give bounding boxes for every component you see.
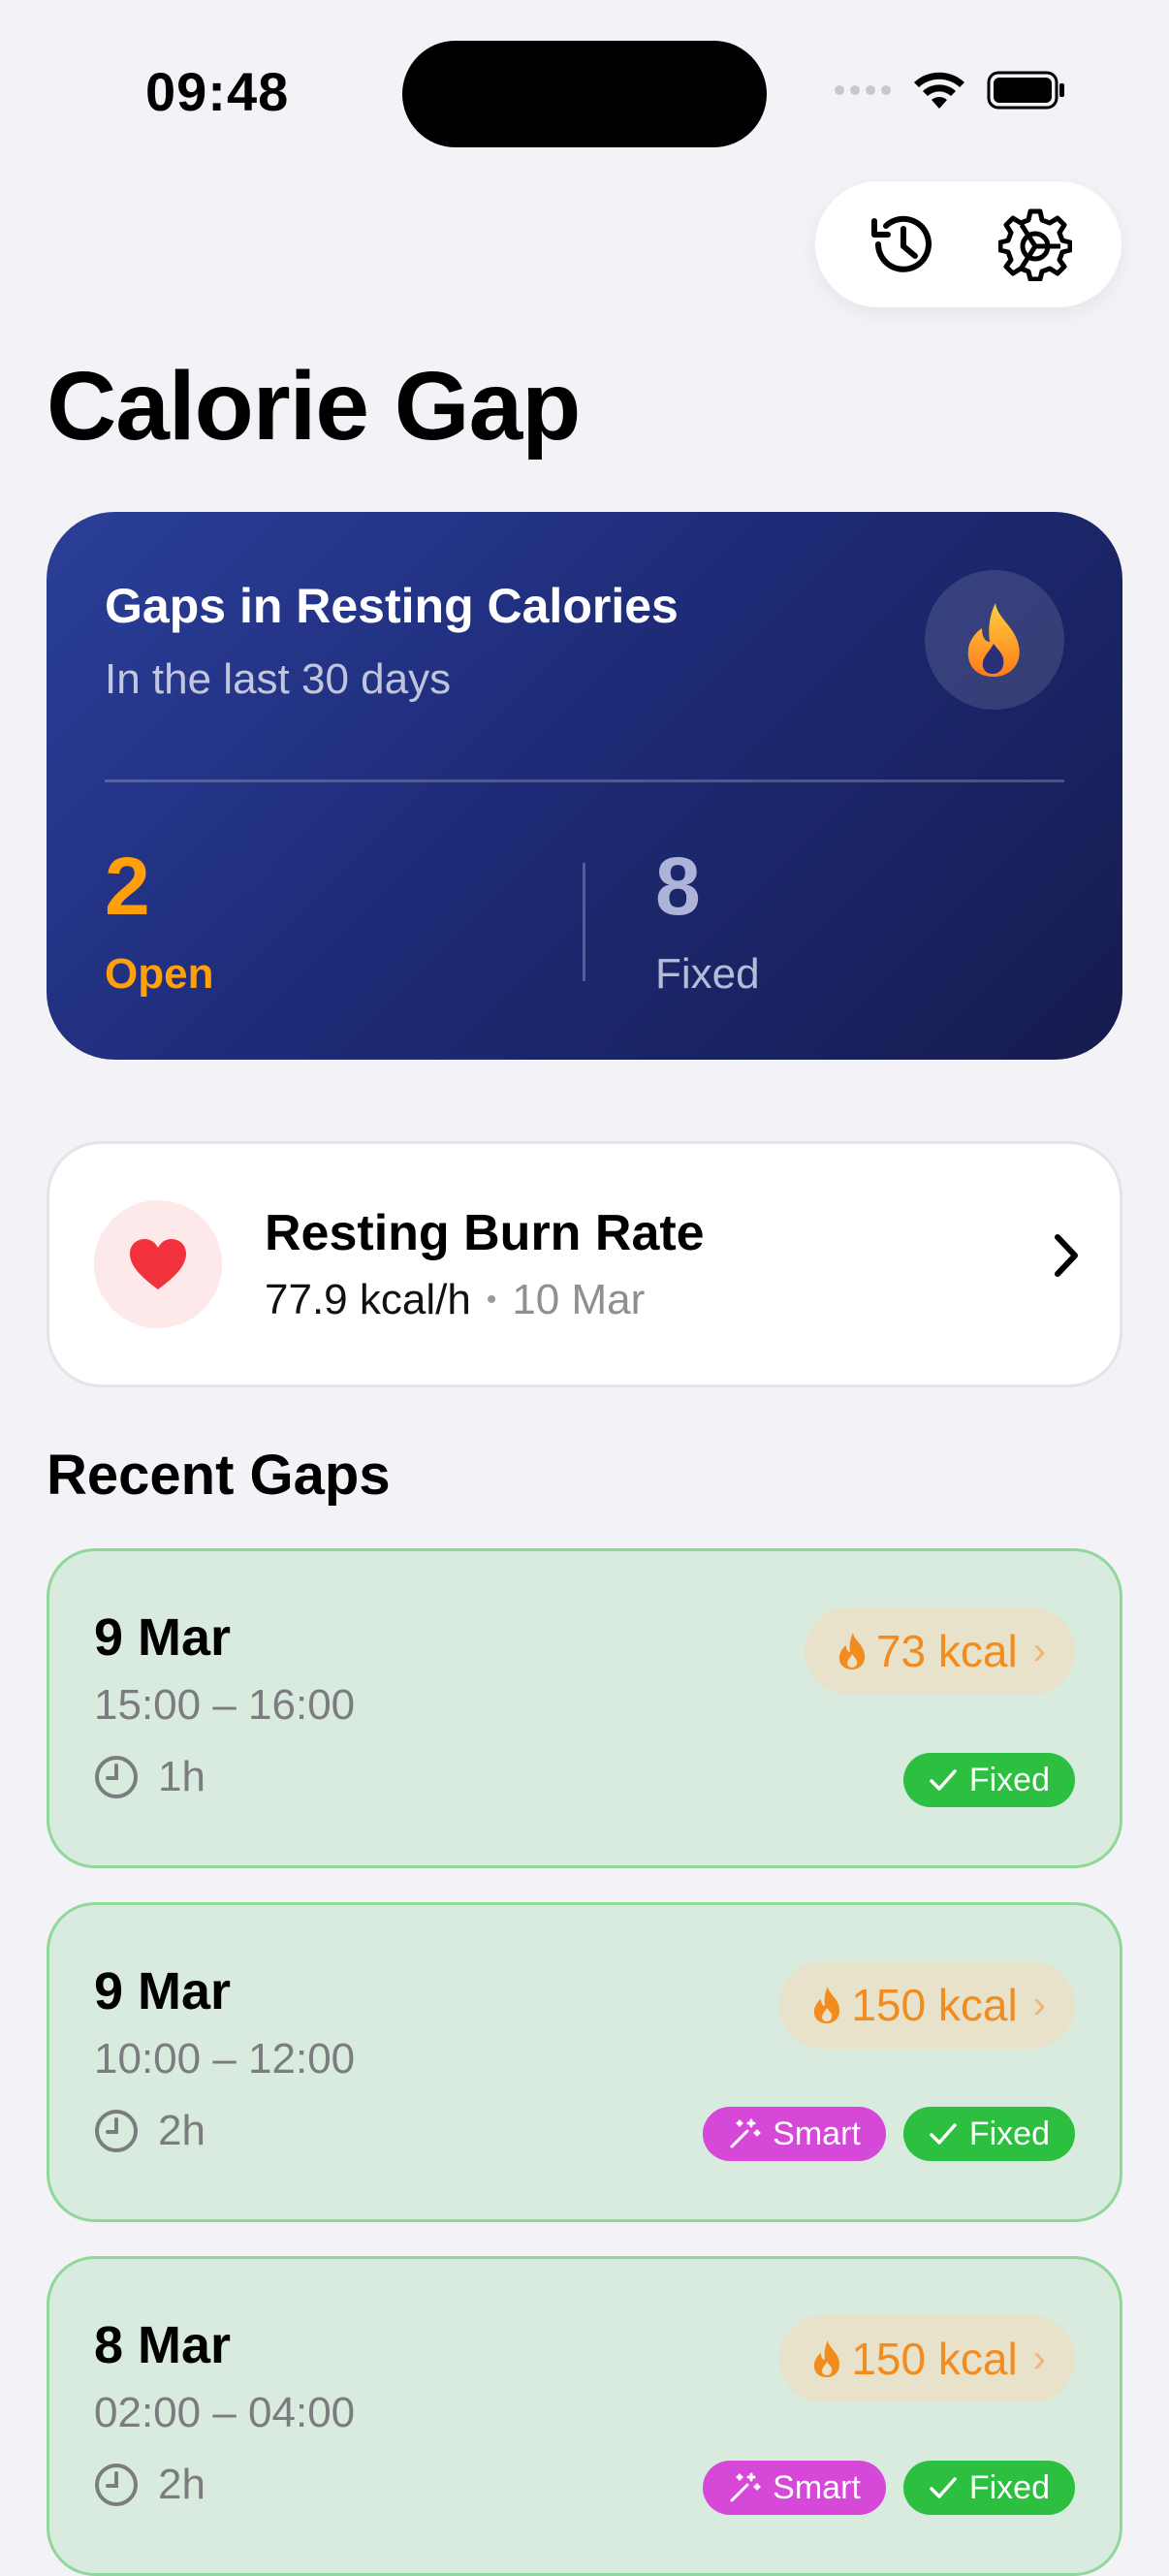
summary-card: Gaps in Resting Calories In the last 30 … bbox=[47, 512, 1122, 1060]
kcal-value: 150 kcal bbox=[851, 2334, 1018, 2384]
gap-badges: Smart Fixed bbox=[703, 2107, 1075, 2161]
burn-rate-date: 10 Mar bbox=[512, 1276, 646, 1323]
smart-badge: Smart bbox=[703, 2107, 886, 2161]
heart-icon bbox=[130, 1239, 186, 1289]
gap-badges: Smart Fixed bbox=[703, 2461, 1075, 2515]
fixed-badge: Fixed bbox=[902, 2107, 1075, 2161]
gap-duration: 1h bbox=[94, 1753, 205, 1801]
smart-badge: Smart bbox=[703, 2461, 886, 2515]
separator-dot: • bbox=[486, 1284, 497, 1316]
gap-date: 9 Mar bbox=[94, 1608, 232, 1667]
gap-date: 9 Mar bbox=[94, 1962, 232, 2020]
fixed-badge: Fixed bbox=[902, 2461, 1075, 2515]
dynamic-island bbox=[402, 41, 767, 147]
checkmark-icon bbox=[930, 2123, 957, 2145]
gap-date: 8 Mar bbox=[94, 2316, 232, 2374]
gap-time-range: 15:00 – 16:00 bbox=[94, 1681, 356, 1729]
history-button[interactable] bbox=[848, 191, 955, 298]
open-label: Open bbox=[105, 950, 214, 998]
gap-duration: 2h bbox=[94, 2461, 205, 2509]
status-time: 09:48 bbox=[145, 61, 290, 122]
fixed-badge-label: Fixed bbox=[968, 2468, 1050, 2506]
page-title: Calorie Gap bbox=[47, 352, 581, 461]
clock-icon bbox=[95, 2464, 138, 2506]
cellular-signal-icon bbox=[835, 85, 891, 95]
burn-rate-title: Resting Burn Rate bbox=[265, 1205, 705, 1261]
summary-title: Gaps in Resting Calories bbox=[105, 579, 679, 633]
clock-icon bbox=[95, 1756, 138, 1798]
heart-badge bbox=[94, 1200, 222, 1328]
summary-flame-badge bbox=[925, 570, 1064, 710]
gap-card[interactable]: 8 Mar 02:00 – 04:00 2h 150 kcal › Smart … bbox=[47, 2256, 1122, 2576]
gap-duration: 2h bbox=[94, 2107, 205, 2155]
magic-wand-icon bbox=[730, 2118, 761, 2148]
smart-badge-label: Smart bbox=[773, 2468, 861, 2506]
magic-wand-icon bbox=[730, 2472, 761, 2502]
checkmark-icon bbox=[930, 2477, 957, 2498]
fixed-badge-label: Fixed bbox=[968, 1761, 1050, 1798]
status-icons bbox=[834, 70, 1066, 111]
settings-button[interactable] bbox=[982, 191, 1089, 298]
chevron-right-icon: › bbox=[1032, 1983, 1046, 2026]
resting-burn-rate-card[interactable]: Resting Burn Rate 77.9 kcal/h • 10 Mar bbox=[47, 1141, 1122, 1387]
burn-rate-subtitle: 77.9 kcal/h • 10 Mar bbox=[265, 1276, 645, 1324]
gap-badges: Fixed bbox=[902, 1753, 1075, 1807]
fixed-label: Fixed bbox=[655, 950, 760, 998]
summary-divider bbox=[105, 779, 1064, 782]
fixed-count: 8 bbox=[655, 841, 701, 932]
gap-time-range: 02:00 – 04:00 bbox=[94, 2389, 356, 2436]
kcal-pill[interactable]: 73 kcal › bbox=[804, 1607, 1075, 1695]
fixed-badge-label: Fixed bbox=[968, 2115, 1050, 2152]
gap-card[interactable]: 9 Mar 10:00 – 12:00 2h 150 kcal › Smart … bbox=[47, 1902, 1122, 2222]
gap-time-range: 10:00 – 12:00 bbox=[94, 2035, 356, 2083]
fixed-badge: Fixed bbox=[902, 1753, 1075, 1807]
flame-icon bbox=[814, 1987, 840, 2023]
kcal-pill[interactable]: 150 kcal › bbox=[779, 2315, 1075, 2402]
gap-card[interactable]: 9 Mar 15:00 – 16:00 1h 73 kcal › Fixed bbox=[47, 1548, 1122, 1868]
kcal-value: 150 kcal bbox=[851, 1980, 1018, 2030]
battery-icon bbox=[987, 71, 1064, 110]
wifi-icon bbox=[914, 72, 964, 109]
gap-duration-value: 2h bbox=[158, 2107, 205, 2154]
flame-icon bbox=[838, 1633, 866, 1670]
flame-icon bbox=[814, 2340, 840, 2377]
gap-duration-value: 1h bbox=[158, 1753, 205, 1800]
burn-rate-value: 77.9 kcal/h bbox=[265, 1276, 471, 1323]
gap-duration-value: 2h bbox=[158, 2461, 205, 2508]
stats-divider bbox=[583, 863, 585, 981]
summary-subtitle: In the last 30 days bbox=[105, 655, 452, 703]
open-count: 2 bbox=[105, 841, 150, 932]
kcal-pill[interactable]: 150 kcal › bbox=[779, 1961, 1075, 2049]
smart-badge-label: Smart bbox=[773, 2115, 861, 2152]
clock-icon bbox=[95, 2110, 138, 2152]
history-icon bbox=[871, 215, 932, 272]
recent-gaps-heading: Recent Gaps bbox=[47, 1444, 391, 1507]
flame-icon bbox=[967, 603, 1020, 677]
gear-icon bbox=[998, 208, 1072, 281]
chevron-right-icon bbox=[1052, 1233, 1081, 1283]
chevron-right-icon: › bbox=[1032, 2337, 1046, 2380]
checkmark-icon bbox=[930, 1769, 957, 1791]
toolbar bbox=[815, 181, 1122, 307]
kcal-value: 73 kcal bbox=[875, 1626, 1018, 1676]
chevron-right-icon: › bbox=[1032, 1629, 1046, 1672]
